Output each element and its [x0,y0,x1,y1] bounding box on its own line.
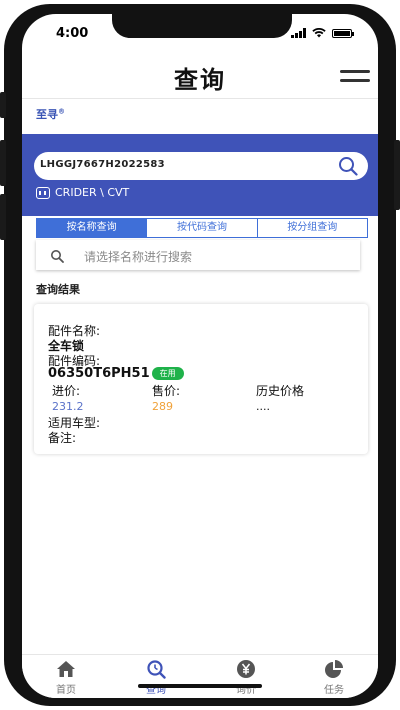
battery-icon [332,28,354,38]
sale-price-value: 289 [152,400,173,413]
purchase-price-value: 231.2 [52,400,84,413]
vehicle-panel: LHGGJ7667H2022583 CRIDER \ CVT [22,134,378,216]
phone-side-button-power [394,140,400,210]
price-history-label: 历史价格 [256,384,305,398]
pie-chart-icon [324,659,344,679]
remark-label: 备注: [48,431,77,445]
tab-by-name[interactable]: 按名称查询 [37,219,148,237]
car-icon [36,186,50,199]
results-heading: 查询结果 [36,283,80,296]
price-history-value: .... [256,400,270,413]
vehicle-model-row: CRIDER \ CVT [36,186,129,199]
part-result-card[interactable]: 配件名称: 全车锁 配件编码: 06350T6PH51 在用 进价: 231.2… [34,304,368,454]
part-code-row: 06350T6PH51 在用 [48,366,184,381]
status-icons [291,28,354,38]
app-screen: 4:00 查询 至寻® LHGGJ7667H2022583 CRIDER \ C… [22,14,378,698]
purchase-price-column: 进价: 231.2 [52,382,84,413]
bottom-tab-bar: 首页 查询 询价 任务 [22,654,378,698]
vin-value: LHGGJ7667H2022583 [40,159,165,170]
tab-by-group[interactable]: 按分组查询 [257,219,367,237]
status-time: 4:00 [56,26,89,41]
search-placeholder: 请选择名称进行搜索 [84,250,193,264]
price-history-column[interactable]: 历史价格 .... [256,382,304,413]
home-indicator [138,684,262,688]
vehicle-model: CRIDER \ CVT [55,186,130,199]
tabbar-home-label: 首页 [56,685,76,696]
tabbar-tasks-label: 任务 [324,685,344,696]
search-icon[interactable] [338,156,358,176]
purchase-price-label: 进价: [52,384,81,398]
registered-mark: ® [58,107,65,116]
part-code-value: 06350T6PH51 [48,366,150,381]
sale-price-column: 售价: 289 [152,382,180,413]
status-badge: 在用 [151,367,184,380]
search-mode-tabs: 按名称查询 按代码查询 按分组查询 [36,218,368,238]
brand-name: 至寻 [36,108,58,121]
yen-icon [236,659,256,679]
name-search-input[interactable]: 请选择名称进行搜索 [36,240,360,270]
signal-icon [291,28,306,38]
menu-icon[interactable] [340,70,370,84]
phone-side-button-silent [0,92,6,118]
tabbar-query[interactable]: 查询 [126,659,186,696]
phone-side-button-volume-up [0,140,6,186]
home-icon [56,659,76,679]
brand-logo: 至寻® [36,106,65,122]
tabbar-home[interactable]: 首页 [36,659,96,696]
nav-bar: 查询 [22,54,378,99]
phone-side-button-volume-down [0,194,6,240]
vin-input[interactable]: LHGGJ7667H2022583 [34,152,368,180]
wifi-icon [312,28,326,38]
magnifier-icon [50,248,64,263]
tabbar-tasks[interactable]: 任务 [304,659,364,696]
tabbar-inquiry[interactable]: 询价 [216,659,276,696]
search-icon [146,659,166,679]
phone-notch [112,14,292,38]
sale-price-label: 售价: [152,384,181,398]
page-title: 查询 [174,66,226,94]
tab-by-code[interactable]: 按代码查询 [147,219,258,237]
